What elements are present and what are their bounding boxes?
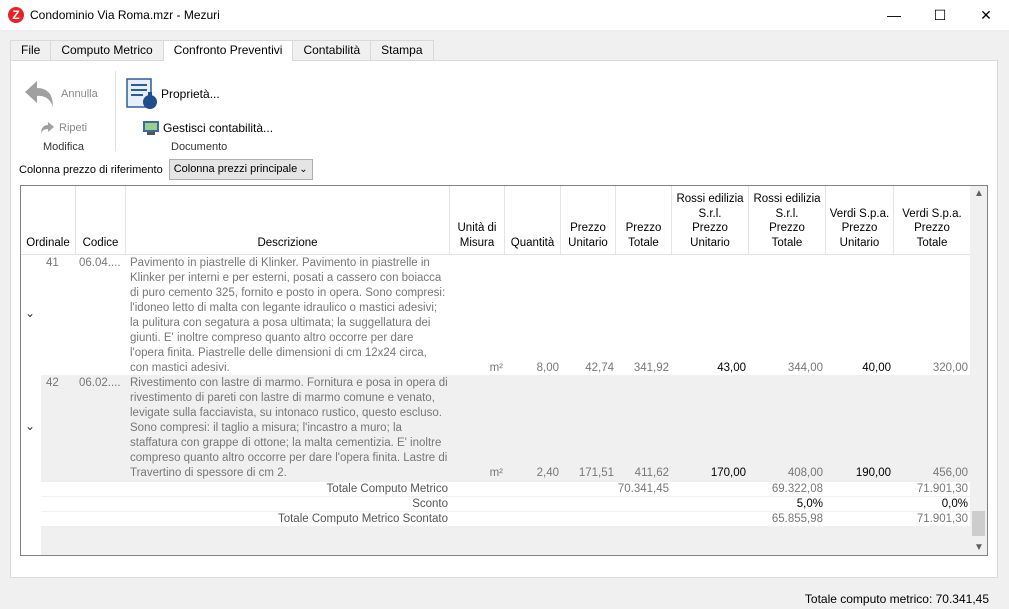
totale-computo-rossi: 69.322,08: [771, 483, 823, 495]
reference-column-select[interactable]: Colonna prezzi principale ⌄: [168, 159, 313, 180]
tab-stampa[interactable]: Stampa: [370, 40, 434, 60]
column-header-unita[interactable]: Unità di Misura: [450, 186, 505, 254]
scroll-up-icon[interactable]: ▲: [974, 188, 984, 199]
undo-button[interactable]: Annulla: [23, 77, 98, 111]
column-header-prezzo-totale[interactable]: Prezzo Totale: [616, 186, 672, 254]
status-bar-total: Totale computo metrico: 70.341,45: [804, 592, 989, 606]
scrollbar-thumb[interactable]: [972, 511, 985, 536]
row-ordinale: 41: [46, 257, 59, 269]
row-rossi-prezzo-totale: 344,00: [787, 362, 823, 374]
column-header-prezzo-unitario[interactable]: Prezzo Unitario: [561, 186, 616, 254]
chevron-down-icon: ⌄: [299, 164, 308, 175]
properties-label: Proprietà...: [161, 87, 220, 101]
column-header-verdi-prezzo-unitario[interactable]: Verdi S.p.a. Prezzo Unitario: [826, 186, 894, 254]
main-panel: Annulla Ripeti Modifica Proprietà... Ges…: [10, 60, 998, 578]
row-prezzo-unitario: 42,74: [585, 362, 614, 374]
ribbon-separator: [115, 71, 116, 151]
sconto-label: Sconto: [412, 498, 448, 510]
row-descrizione: Pavimento in piastrelle di Klinker. Pavi…: [130, 257, 446, 374]
row-verdi-prezzo-totale: 320,00: [932, 362, 968, 374]
undo-icon: [25, 81, 53, 107]
column-header-ordinale[interactable]: Ordinale: [21, 186, 76, 254]
totale-scontato-verdi: 71.901,30: [916, 513, 968, 525]
row-rossi-prezzo-unitario[interactable]: 43,00: [672, 361, 746, 376]
row-codice: 06.04....: [79, 257, 121, 269]
tab-file[interactable]: File: [10, 40, 52, 60]
totale-scontato-rossi: 65.855,98: [771, 513, 823, 525]
manage-accounting-label: Gestisci contabilità...: [163, 121, 274, 135]
row-prezzo-unitario: 171,51: [578, 467, 614, 479]
row-unita: m²: [489, 467, 503, 479]
manage-accounting-button[interactable]: Gestisci contabilità...: [143, 121, 273, 135]
reference-column-label: Colonna prezzo di riferimento: [19, 163, 163, 176]
title-bar: Z Condominio Via Roma.mzr - Mezuri — ☐ ✕: [0, 0, 1009, 30]
row-rossi-prezzo-totale: 408,00: [787, 467, 823, 479]
column-header-codice[interactable]: Codice: [76, 186, 126, 254]
app-logo-icon: Z: [8, 7, 24, 23]
row-descrizione: Rivestimento con lastre di marmo. Fornit…: [130, 377, 448, 479]
vertical-scrollbar[interactable]: ▲ ▼: [970, 186, 987, 555]
undo-label: Annulla: [61, 88, 98, 100]
expand-row-chevron-icon[interactable]: ⌄: [25, 419, 35, 433]
row-codice: 06.02....: [79, 377, 121, 389]
properties-icon: [126, 78, 157, 109]
row-verdi-prezzo-unitario[interactable]: 190,00: [826, 466, 891, 481]
comparison-table[interactable]: Ordinale Codice Descrizione Unità di Misu…: [20, 185, 988, 556]
accounting-icon: [143, 121, 159, 135]
row-quantita: 2,40: [536, 467, 559, 479]
row-prezzo-totale: 411,62: [634, 467, 669, 479]
tab-computo-metrico[interactable]: Computo Metrico: [50, 40, 164, 60]
sconto-verdi[interactable]: 0,0%: [894, 497, 968, 512]
group-label-documento: Documento: [171, 141, 228, 153]
redo-label: Ripeti: [59, 122, 88, 134]
row-verdi-prezzo-totale: 456,00: [932, 467, 968, 479]
reference-column-value: Colonna prezzi principale: [173, 163, 298, 175]
column-header-descrizione[interactable]: Descrizione: [126, 186, 450, 254]
properties-button[interactable]: Proprietà...: [125, 77, 220, 111]
redo-icon: [41, 122, 54, 134]
row-prezzo-totale: 341,92: [633, 362, 669, 374]
column-header-rossi-prezzo-unitario[interactable]: Rossi edilizia S.r.l. Prezzo Unitario: [672, 186, 749, 254]
column-header-verdi-prezzo-totale[interactable]: Verdi S.p.a. Prezzo Totale: [894, 186, 971, 254]
ribbon-tabs: File Computo Metrico Confronto Preventiv…: [10, 40, 434, 61]
column-header-quantita[interactable]: Quantità: [505, 186, 561, 254]
scroll-down-icon[interactable]: ▼: [974, 542, 984, 553]
row-verdi-prezzo-unitario[interactable]: 40,00: [826, 361, 891, 376]
totale-computo-verdi: 71.901,30: [916, 483, 968, 495]
totale-computo-main: 70.341,45: [617, 483, 669, 495]
expand-row-chevron-icon[interactable]: ⌄: [25, 306, 35, 320]
tab-confronto-preventivi[interactable]: Confronto Preventivi: [162, 40, 294, 61]
tab-contabilita[interactable]: Contabilità: [292, 40, 372, 60]
row-rossi-prezzo-unitario[interactable]: 170,00: [672, 466, 746, 481]
close-button[interactable]: ✕: [963, 0, 1009, 30]
group-label-modifica: Modifica: [43, 141, 84, 153]
empty-row: [41, 527, 970, 555]
row-ordinale: 42: [46, 377, 59, 389]
totale-scontato-label: Totale Computo Metrico Scontato: [277, 513, 448, 525]
column-header-rossi-prezzo-totale[interactable]: Rossi edilizia S.r.l. Prezzo Totale: [749, 186, 826, 254]
row-quantita: 8,00: [536, 362, 559, 374]
row-unita: m²: [489, 362, 503, 374]
maximize-button[interactable]: ☐: [917, 0, 963, 30]
minimize-button[interactable]: —: [871, 0, 917, 30]
redo-button[interactable]: Ripeti: [39, 120, 87, 136]
sconto-rossi[interactable]: 5,0%: [749, 497, 823, 512]
totale-computo-label: Totale Computo Metrico: [326, 483, 448, 495]
window-title: Condominio Via Roma.mzr - Mezuri: [30, 8, 220, 22]
